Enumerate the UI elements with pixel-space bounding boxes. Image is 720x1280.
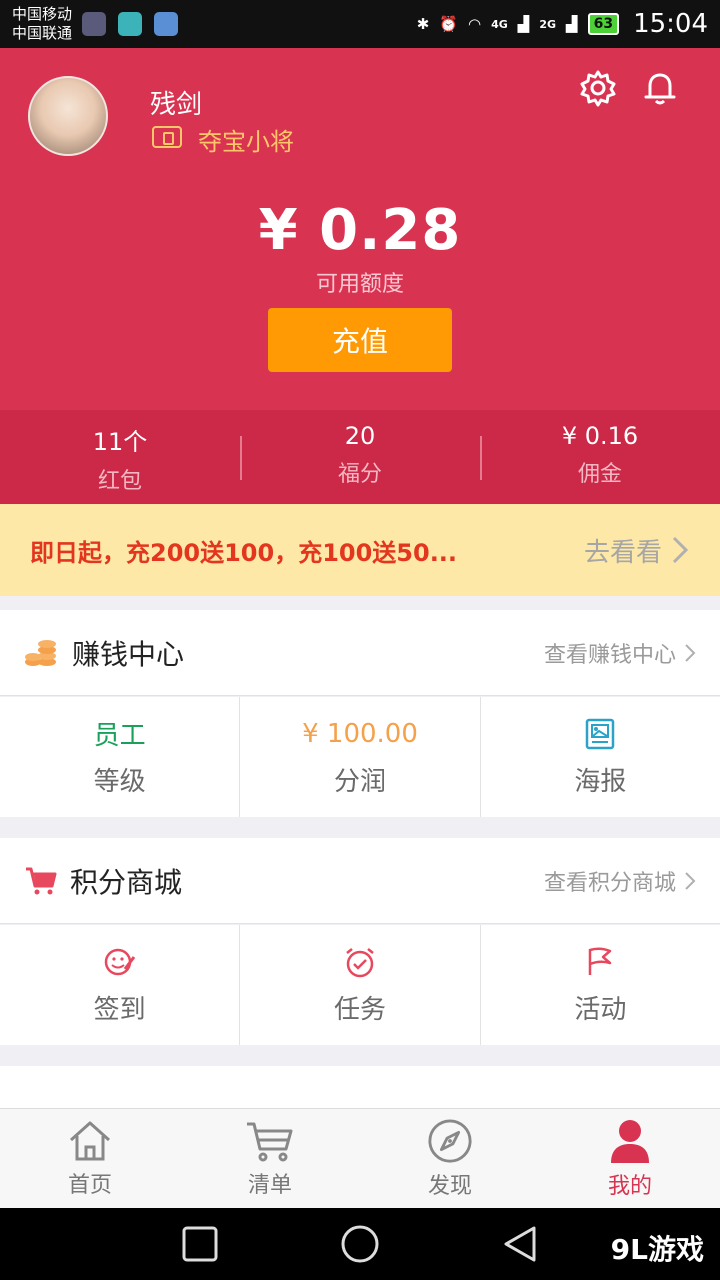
grid-cell-poster[interactable]: 海报 — [479, 697, 720, 817]
cell-label: 分润 — [333, 766, 386, 797]
stat-value: 20 — [344, 422, 376, 450]
stat-value: 11个 — [92, 428, 148, 456]
level-badge-icon — [152, 126, 182, 148]
grid-cell-profit-share[interactable]: ¥ 100.00 分润 — [239, 697, 479, 817]
section-title: 积分商城 — [70, 865, 183, 899]
clock: 15:04 — [633, 9, 708, 39]
earn-center-header[interactable]: 赚钱中心 查看赚钱中心 — [0, 610, 720, 696]
tab-home[interactable]: 首页 — [0, 1109, 180, 1208]
browser-app-icon — [154, 12, 179, 36]
recharge-button[interactable]: 充值 — [268, 308, 452, 372]
poster-icon — [586, 718, 615, 749]
balance-label: 可用额度 — [315, 272, 404, 297]
notification-app-icon — [82, 12, 107, 36]
carrier-1: 中国移动 — [12, 5, 73, 23]
status-bar: 中国移动 中国联通 ✱ ⏰ ◠ 4G ▟ 2G ▟ 63 15:04 — [0, 0, 720, 48]
chevron-right-icon — [685, 871, 696, 890]
points-mall-header[interactable]: 积分商城 查看积分商城 — [0, 838, 720, 924]
stat-red-packets[interactable]: 11个 红包 — [0, 410, 240, 504]
stat-points[interactable]: 20 福分 — [240, 410, 480, 504]
promo-banner[interactable]: 即日起，充200送100，充100送50... 去看看 — [0, 504, 720, 596]
wifi-icon: ◠ — [468, 15, 482, 33]
bluetooth-icon: ✱ — [416, 15, 430, 33]
home-circle-icon[interactable] — [340, 1224, 380, 1264]
tab-me[interactable]: 我的 — [540, 1109, 720, 1208]
view-earn-center-link[interactable]: 查看赚钱中心 — [544, 637, 696, 669]
grid-cell-level[interactable]: 员工 等级 — [0, 697, 239, 817]
back-icon[interactable] — [500, 1224, 540, 1264]
alarm-icon: ⏰ — [439, 15, 459, 33]
chevron-right-icon — [672, 536, 689, 564]
avatar[interactable] — [28, 76, 108, 156]
nav-label: 首页 — [67, 1172, 112, 1198]
points-mall-grid: 签到 任务 活动 — [0, 925, 720, 1045]
android-app-icon — [118, 12, 143, 36]
user-level[interactable]: 夺宝小将 — [198, 122, 294, 157]
battery-icon: 63 — [587, 13, 620, 35]
balance-amount: ¥ 0.28 — [258, 198, 462, 263]
username[interactable]: 残剑 — [150, 84, 202, 121]
coins-icon — [25, 639, 56, 666]
stat-label: 福分 — [337, 462, 382, 487]
gear-icon[interactable] — [578, 68, 618, 108]
bottom-nav: 首页 清单 发现 我的 — [0, 1108, 720, 1208]
cart-icon — [247, 1122, 293, 1161]
profile-header: 残剑 夺宝小将 ¥ 0.28 可用额度 充值 — [0, 48, 720, 410]
home-icon — [69, 1121, 111, 1160]
promo-link-label: 去看看 — [583, 537, 662, 568]
recents-icon[interactable] — [180, 1224, 220, 1264]
compass-icon — [428, 1118, 472, 1163]
network-4g: 4G — [491, 17, 508, 31]
grid-cell-activities[interactable]: 活动 — [479, 925, 720, 1045]
cell-label: 海报 — [574, 766, 627, 797]
tab-discover[interactable]: 发现 — [360, 1109, 540, 1208]
alarm-check-icon — [346, 947, 374, 977]
cell-label: 签到 — [93, 994, 146, 1025]
stats-strip: 11个 红包 20 福分 ¥ 0.16 佣金 — [0, 410, 720, 504]
signal-icon: ▟ — [517, 15, 530, 33]
cell-label: 任务 — [333, 994, 386, 1025]
watermark-logo: 9L游戏 — [610, 1233, 704, 1266]
cell-label: 等级 — [93, 766, 146, 797]
level-value: 员工 — [93, 721, 146, 751]
system-nav-bar: 9L游戏 — [0, 1208, 720, 1280]
carrier-2: 中国联通 — [12, 24, 73, 42]
stat-label: 红包 — [97, 469, 142, 494]
chevron-right-icon — [685, 643, 696, 662]
section-link-label: 查看赚钱中心 — [543, 642, 676, 668]
tab-list[interactable]: 清单 — [180, 1109, 360, 1208]
earn-center-grid: 员工 等级 ¥ 100.00 分润 海报 — [0, 697, 720, 817]
promo-link[interactable]: 去看看 — [584, 532, 690, 569]
cell-label: 活动 — [574, 994, 627, 1025]
stat-commission[interactable]: ¥ 0.16 佣金 — [480, 410, 720, 504]
flag-icon — [589, 946, 612, 975]
network-2g: 2G — [539, 17, 557, 31]
view-points-mall-link[interactable]: 查看积分商城 — [544, 865, 696, 897]
carrier-names: 中国移动 中国联通 — [12, 5, 72, 43]
nav-label: 发现 — [427, 1173, 472, 1199]
promo-text: 即日起，充200送100，充100送50... — [30, 538, 458, 567]
cart-icon — [26, 867, 57, 894]
grid-cell-check-in[interactable]: 签到 — [0, 925, 239, 1045]
smile-pen-icon — [104, 948, 135, 975]
bell-icon[interactable] — [640, 68, 680, 108]
grid-cell-tasks[interactable]: 任务 — [239, 925, 479, 1045]
nav-label: 我的 — [607, 1173, 652, 1199]
section-link-label: 查看积分商城 — [543, 870, 676, 896]
user-icon — [611, 1119, 649, 1163]
stat-value: ¥ 0.16 — [561, 422, 639, 450]
signal-icon: ▟ — [566, 15, 578, 33]
nav-label: 清单 — [247, 1172, 292, 1198]
stat-label: 佣金 — [577, 462, 622, 487]
profit-share-value: ¥ 100.00 — [302, 718, 418, 749]
section-title: 赚钱中心 — [72, 637, 185, 671]
